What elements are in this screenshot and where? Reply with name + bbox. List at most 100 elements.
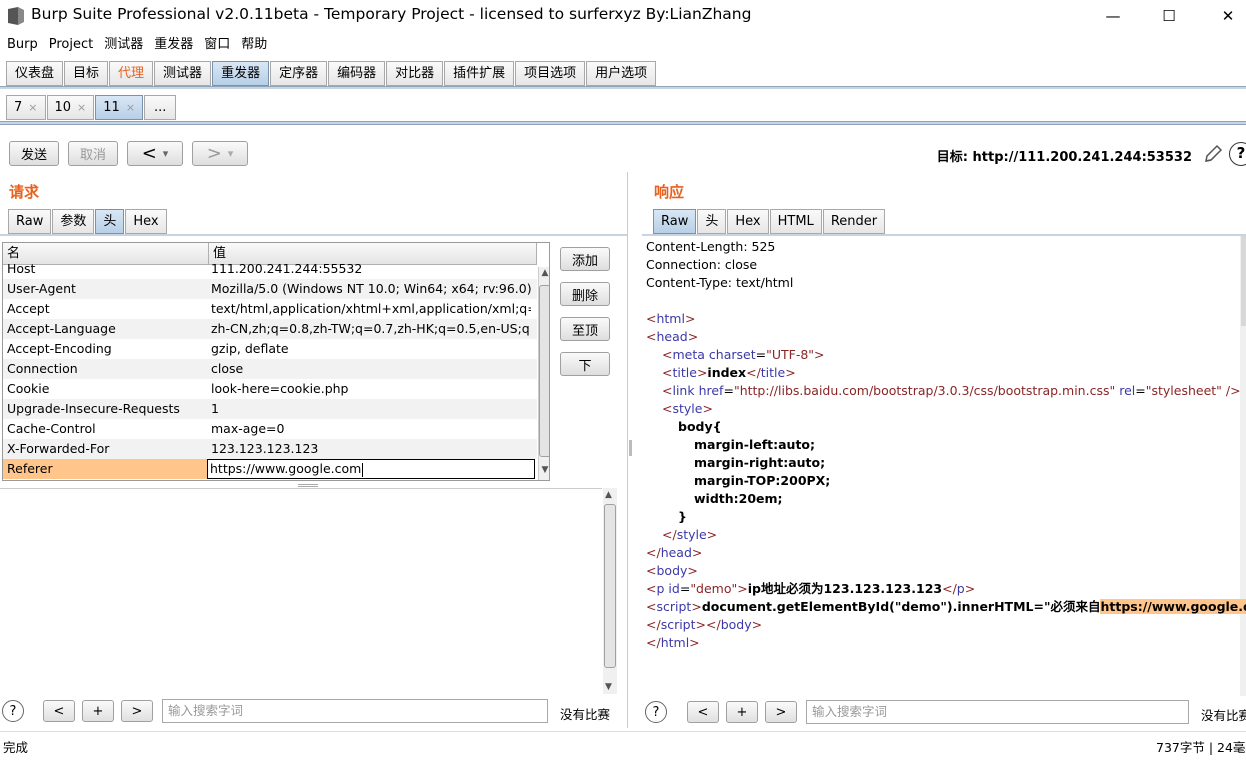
request-search-input[interactable]: 输入搜索字词 — [162, 699, 548, 723]
header-value-cell[interactable]: look-here=cookie.php — [211, 379, 531, 398]
header-value-cell[interactable]: text/html,application/xhtml+xml,applicat… — [211, 299, 531, 318]
header-name-cell[interactable]: User-Agent — [7, 279, 203, 298]
search-next-button[interactable]: > — [765, 701, 797, 723]
scroll-down-icon[interactable]: ▼ — [540, 465, 549, 479]
menu-help[interactable]: 帮助 — [234, 35, 271, 57]
tab-extender[interactable]: 插件扩展 — [444, 61, 515, 86]
splitter-handle[interactable] — [298, 484, 318, 487]
response-tab-html[interactable]: HTML — [769, 209, 822, 234]
scroll-up-icon[interactable]: ▲ — [605, 490, 612, 500]
tab-project-options[interactable]: 项目选项 — [515, 61, 586, 86]
search-add-button[interactable]: + — [82, 700, 114, 722]
response-search-input[interactable]: 输入搜索字词 — [806, 700, 1189, 724]
table-row[interactable]: User-Agent Mozilla/5.0 (Windows NT 10.0; … — [3, 279, 537, 299]
table-row-selected[interactable]: Referer https://www.google.com — [3, 459, 537, 479]
table-row[interactable]: Upgrade-Insecure-Requests 1 — [3, 399, 537, 419]
move-up-button[interactable]: 至顶 — [560, 317, 610, 341]
scroll-thumb[interactable] — [604, 504, 616, 668]
request-body-scrollbar[interactable]: ▲ ▼ — [603, 488, 617, 694]
close-tab-icon[interactable]: × — [28, 101, 37, 114]
tab-comparer[interactable]: 对比器 — [386, 61, 444, 86]
close-button[interactable]: ✕ — [1205, 3, 1246, 29]
table-row[interactable]: Cookie look-here=cookie.php — [3, 379, 537, 399]
scroll-down-icon[interactable]: ▼ — [605, 682, 612, 692]
header-name-cell[interactable]: X-Forwarded-For — [7, 439, 203, 458]
tab-dashboard[interactable]: 仪表盘 — [6, 61, 64, 86]
back-button[interactable]: < ▾ — [127, 141, 183, 166]
header-value-cell[interactable]: Mozilla/5.0 (Windows NT 10.0; Win64; x64… — [211, 279, 531, 298]
header-value-cell[interactable]: 123.123.123.123 — [211, 439, 531, 458]
request-tab-raw[interactable]: Raw — [8, 209, 52, 234]
table-row[interactable]: Accept text/html,application/xhtml+xml,ap… — [3, 299, 537, 319]
edit-pencil-icon[interactable] — [1202, 143, 1224, 165]
header-name-cell[interactable]: Connection — [7, 359, 203, 378]
send-button[interactable]: 发送 — [9, 141, 59, 166]
menu-intruder[interactable]: 测试器 — [97, 35, 147, 57]
tab-intruder[interactable]: 测试器 — [154, 61, 212, 86]
request-tab-headers[interactable]: 头 — [95, 209, 125, 234]
table-row[interactable]: Accept-Encoding gzip, deflate — [3, 339, 537, 359]
search-prev-button[interactable]: < — [687, 701, 719, 723]
new-repeater-tab[interactable]: ... — [144, 95, 177, 120]
table-scrollbar[interactable]: ▲ ▼ — [538, 267, 549, 480]
minimize-button[interactable]: — — [1090, 3, 1136, 29]
tab-sequencer[interactable]: 定序器 — [270, 61, 328, 86]
search-add-button[interactable]: + — [726, 701, 758, 723]
menu-window[interactable]: 窗口 — [197, 35, 234, 57]
header-name-cell[interactable]: Upgrade-Insecure-Requests — [7, 399, 203, 418]
move-down-button[interactable]: 下 — [560, 352, 610, 376]
header-value-cell[interactable]: close — [211, 359, 531, 378]
scroll-thumb[interactable] — [539, 285, 549, 457]
help-icon[interactable]: ? — [1229, 142, 1246, 166]
header-name-cell[interactable]: Accept-Encoding — [7, 339, 203, 358]
request-tab-hex[interactable]: Hex — [125, 209, 167, 234]
help-icon[interactable]: ? — [645, 701, 667, 723]
search-prev-button[interactable]: < — [43, 700, 75, 722]
tab-proxy[interactable]: 代理 — [109, 61, 154, 86]
tab-user-options[interactable]: 用户选项 — [586, 61, 657, 86]
header-value-cell[interactable]: 1 — [211, 399, 531, 418]
menu-repeater[interactable]: 重发器 — [147, 35, 197, 57]
panel-splitter[interactable] — [627, 172, 632, 728]
header-value-cell[interactable]: 111.200.241.244:55532 — [211, 259, 531, 278]
header-value-cell[interactable]: gzip, deflate — [211, 339, 531, 358]
header-name-cell[interactable]: Host — [7, 259, 203, 278]
menu-project[interactable]: Project — [42, 35, 97, 57]
add-header-button[interactable]: 添加 — [560, 247, 610, 271]
remove-header-button[interactable]: 删除 — [560, 282, 610, 306]
maximize-button[interactable]: ☐ — [1146, 3, 1192, 29]
response-tab-hex[interactable]: Hex — [727, 209, 769, 234]
header-name-cell[interactable]: Cookie — [7, 379, 203, 398]
header-name-cell[interactable]: Accept — [7, 299, 203, 318]
tab-decoder[interactable]: 编码器 — [328, 61, 386, 86]
response-tab-render[interactable]: Render — [822, 209, 886, 234]
search-next-button[interactable]: > — [121, 700, 153, 722]
table-row[interactable]: Cache-Control max-age=0 — [3, 419, 537, 439]
request-tab-params[interactable]: 参数 — [52, 209, 95, 234]
header-value-cell[interactable]: zh-CN,zh;q=0.8,zh-TW;q=0.7,zh-HK;q=0.5,e… — [211, 319, 531, 338]
repeater-tab-10[interactable]: 10 × — [46, 95, 95, 120]
tab-repeater[interactable]: 重发器 — [212, 61, 270, 86]
tab-target[interactable]: 目标 — [64, 61, 109, 86]
response-tab-headers[interactable]: 头 — [697, 209, 727, 234]
repeater-tab-11[interactable]: 11 × — [95, 95, 144, 120]
repeater-tab-7[interactable]: 7 × — [6, 95, 46, 120]
table-row[interactable]: Connection close — [3, 359, 537, 379]
response-tab-raw[interactable]: Raw — [653, 209, 697, 234]
table-row[interactable]: Host 111.200.241.244:55532 — [3, 259, 537, 279]
close-tab-icon[interactable]: × — [126, 101, 135, 114]
help-icon[interactable]: ? — [2, 700, 24, 722]
response-raw-editor[interactable]: Content-Length: 525 Connection: close Co… — [646, 238, 1246, 652]
table-row[interactable]: Accept-Language zh-CN,zh;q=0.8,zh-TW;q=0.… — [3, 319, 537, 339]
header-value-input[interactable]: https://www.google.com — [207, 459, 535, 479]
forward-button[interactable]: > ▾ — [192, 141, 248, 166]
request-body-editor[interactable] — [0, 488, 602, 692]
header-name-cell[interactable]: Accept-Language — [7, 319, 203, 338]
table-row[interactable]: X-Forwarded-For 123.123.123.123 — [3, 439, 537, 459]
cancel-button[interactable]: 取消 — [68, 141, 118, 166]
header-name-cell[interactable]: Cache-Control — [7, 419, 203, 438]
close-tab-icon[interactable]: × — [77, 101, 86, 114]
header-value-cell[interactable]: max-age=0 — [211, 419, 531, 438]
scroll-up-icon[interactable]: ▲ — [540, 268, 549, 282]
header-name-cell[interactable]: Referer — [7, 459, 203, 478]
